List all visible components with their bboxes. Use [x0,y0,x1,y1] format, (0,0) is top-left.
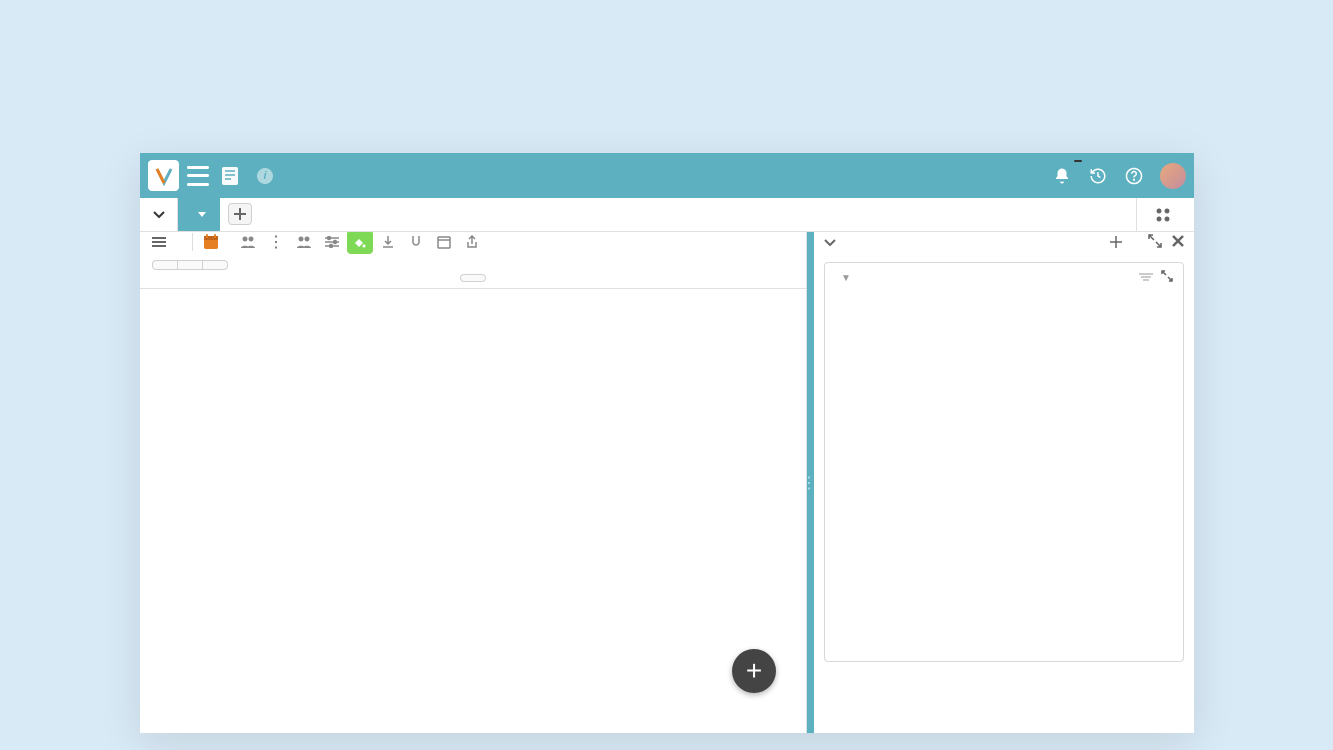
chart-xlabel [825,651,1183,657]
calendar-icon [203,234,219,250]
app-logo[interactable] [148,160,179,191]
download-icon[interactable] [375,232,401,254]
apps-button[interactable] [1136,198,1194,231]
chart-dropdown-icon[interactable]: ▼ [841,273,851,284]
hamburger-menu-icon[interactable] [187,166,209,186]
chart-card: ▼ [824,262,1184,662]
doc-icon [221,166,239,186]
tab-chevron-down[interactable] [140,198,178,231]
avatar[interactable] [1160,163,1186,189]
tab-add-button[interactable] [228,203,252,225]
calendar-pane: ⋮ [140,232,807,733]
dashboard-pane: ▼ [814,232,1194,733]
see-records-button[interactable] [460,274,486,282]
chart-settings-icon[interactable] [1139,269,1153,287]
share-people-icon[interactable] [291,232,317,254]
calendar-small-icon[interactable] [431,232,457,254]
people-icon[interactable] [235,232,261,254]
view-toolbar: ⋮ [140,232,806,252]
app-header: i [140,153,1194,198]
expand-icon[interactable] [1148,234,1162,251]
list-icon[interactable] [152,237,166,247]
nav-button-group [152,260,228,270]
notification-badge [1074,160,1082,162]
chart-expand-icon[interactable] [1161,269,1173,287]
next-button[interactable] [203,260,228,270]
today-button[interactable] [152,260,178,270]
help-icon[interactable] [1122,164,1146,188]
add-fab[interactable]: + [732,649,776,693]
calendar-grid [140,289,806,733]
paint-icon[interactable] [347,232,373,254]
export-icon[interactable] [459,232,485,254]
bell-icon[interactable] [1050,164,1074,188]
close-icon[interactable] [1172,234,1184,250]
more-vertical-icon[interactable]: ⋮ [263,232,289,254]
add-app-button[interactable] [1110,236,1126,248]
history-icon[interactable] [1086,164,1110,188]
magnet-icon[interactable] [403,232,429,254]
back-button[interactable] [178,260,203,270]
bar-chart [825,293,1183,651]
tab-bar [140,198,1194,232]
sliders-icon[interactable] [319,232,345,254]
info-icon[interactable]: i [257,168,273,184]
chevron-down-icon[interactable] [824,234,836,250]
tab-content[interactable] [178,198,220,231]
splitter-handle[interactable] [807,232,814,733]
